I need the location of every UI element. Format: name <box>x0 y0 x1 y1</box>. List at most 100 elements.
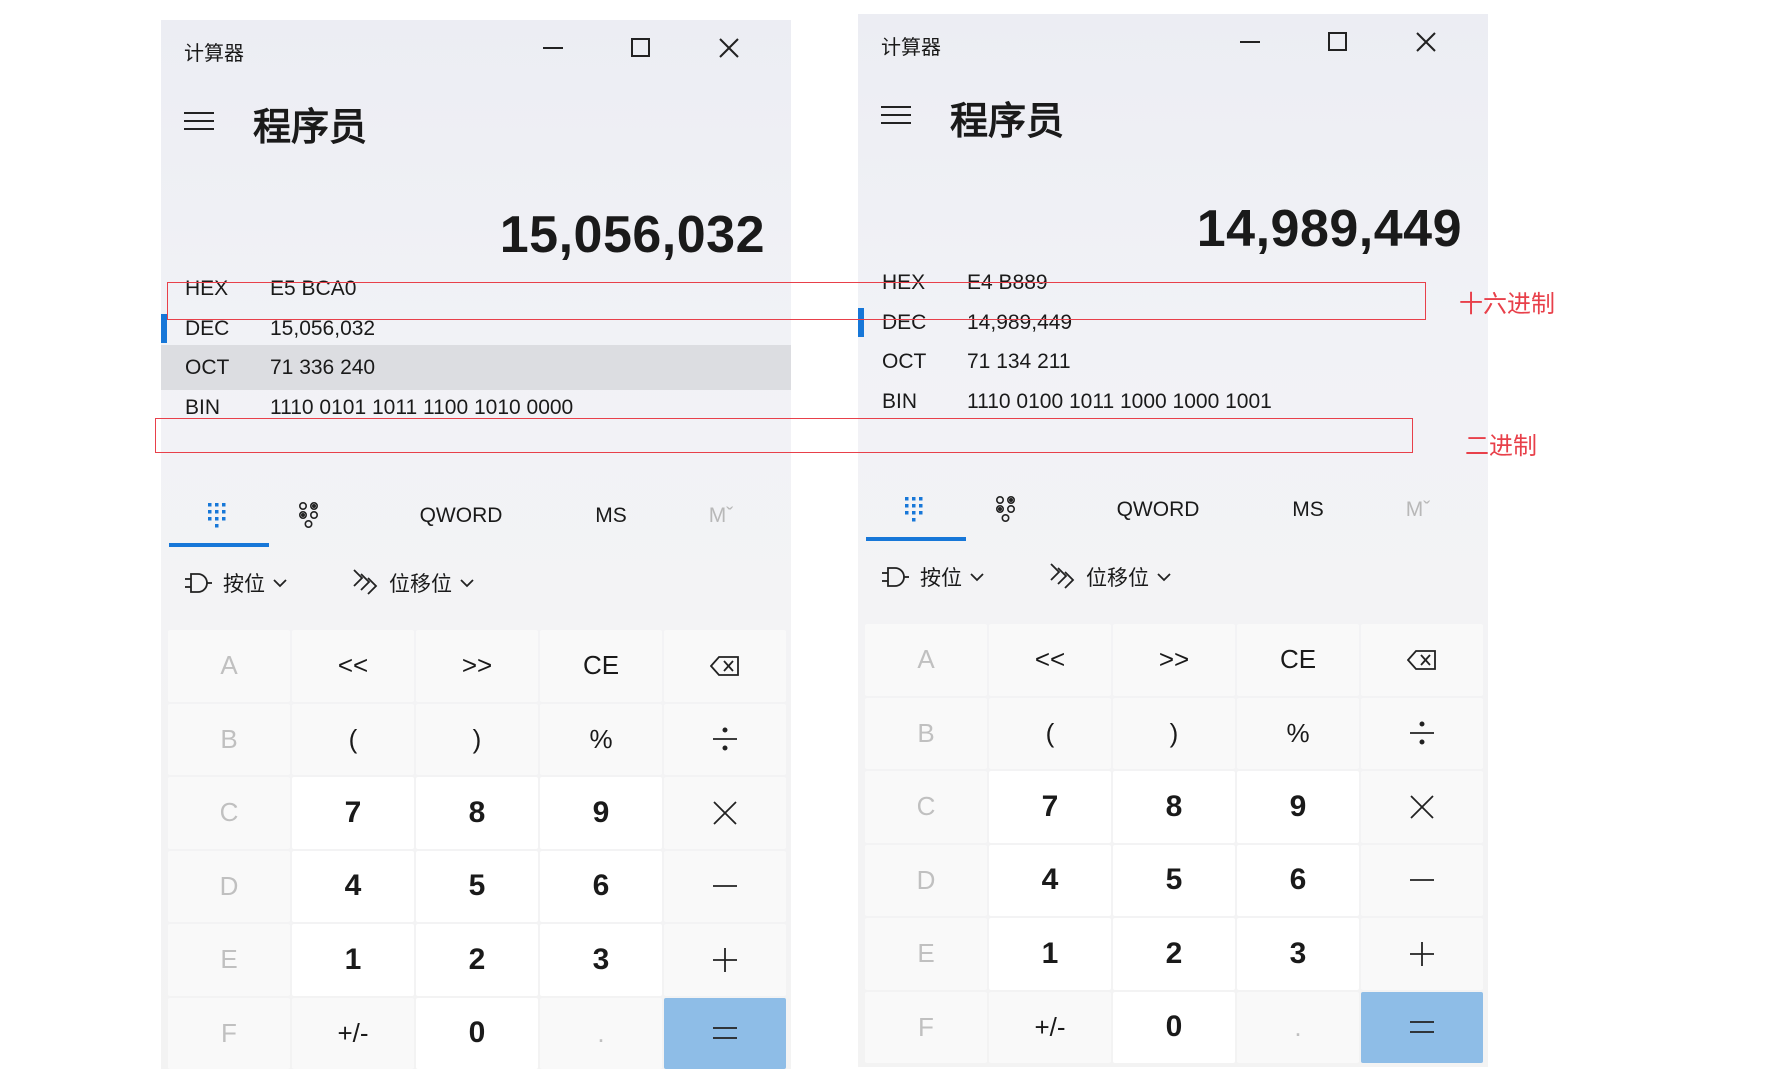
hex-d-key[interactable]: D <box>865 844 987 916</box>
digit-1-key[interactable]: 1 <box>292 924 414 996</box>
logic-gate-icon <box>185 573 212 593</box>
hex-d-key[interactable]: D <box>168 850 290 922</box>
hex-b-key[interactable]: B <box>865 697 987 769</box>
digit-5-key[interactable]: 5 <box>1113 844 1235 916</box>
keypad: A << >> CE B()% C 7 8 9 D 4 5 6 E 1 2 3 F +/- 0. <box>168 630 786 1069</box>
memory-view-button[interactable]: Mˇ <box>1388 492 1448 528</box>
memory-store-button[interactable]: MS <box>1278 492 1338 528</box>
digit-8-key[interactable]: 8 <box>1113 771 1235 843</box>
plus-key[interactable] <box>1361 918 1483 990</box>
menu-button[interactable] <box>183 108 215 134</box>
minus-key[interactable] <box>1361 844 1483 916</box>
full-keypad-button[interactable] <box>866 492 966 528</box>
multiply-key[interactable] <box>1361 771 1483 843</box>
hex-a-key[interactable]: A <box>168 630 290 702</box>
modulo-key[interactable]: % <box>1237 697 1359 769</box>
programmer-toolbar: QWORD MS Mˇ <box>161 486 791 547</box>
negate-key[interactable]: +/- <box>989 991 1111 1063</box>
hex-c-key[interactable]: C <box>865 771 987 843</box>
bit-toggle-icon <box>995 495 1016 522</box>
word-size-button[interactable]: QWORD <box>1098 492 1218 528</box>
bit-toggle-keypad-button[interactable] <box>279 498 339 534</box>
radix-value: 1110 0101 1011 1100 1010 0000 <box>270 396 574 419</box>
shift-right-key[interactable]: >> <box>1113 624 1235 696</box>
divide-key[interactable] <box>1361 697 1483 769</box>
minus-key[interactable] <box>664 850 786 922</box>
bit-toggle-keypad-button[interactable] <box>976 492 1036 528</box>
mode-title: 程序员 <box>253 105 368 149</box>
calculator-window-right: 计算器 程序员 14,989,449 HEX E4 B889 DEC 14,989,4… <box>858 14 1488 1067</box>
digit-1-key[interactable]: 1 <box>989 918 1111 990</box>
open-paren-key[interactable]: ( <box>989 697 1111 769</box>
minimize-button[interactable] <box>1222 20 1278 64</box>
digit-8-key[interactable]: 8 <box>416 777 538 849</box>
digit-5-key[interactable]: 5 <box>416 850 538 922</box>
equals-icon <box>713 1027 737 1040</box>
backspace-key[interactable] <box>664 630 786 702</box>
maximize-button[interactable] <box>1310 20 1366 64</box>
divide-icon <box>1410 721 1434 745</box>
shift-left-key[interactable]: << <box>989 624 1111 696</box>
hex-f-key[interactable]: F <box>865 991 987 1063</box>
shift-left-key[interactable]: << <box>292 630 414 702</box>
open-paren-key[interactable]: ( <box>292 703 414 775</box>
plus-key[interactable] <box>664 924 786 996</box>
calculator-window-left: 计算器 程序员 15,056,032 HEX E5 BCA0 DEC 15,056,0… <box>161 20 791 1069</box>
equals-key[interactable] <box>1361 991 1483 1063</box>
bitwise-dropdown[interactable]: 按位 <box>880 562 984 592</box>
digit-0-key[interactable]: 0 <box>1113 991 1235 1063</box>
bit-shift-dropdown[interactable]: 位移位 <box>351 568 474 598</box>
memory-view-button[interactable]: Mˇ <box>691 498 751 534</box>
hex-c-key[interactable]: C <box>168 777 290 849</box>
digit-3-key[interactable]: 3 <box>1237 918 1359 990</box>
multiply-icon <box>713 801 737 825</box>
bit-shift-icon <box>353 569 378 595</box>
equals-key[interactable] <box>664 997 786 1069</box>
hex-b-key[interactable]: B <box>168 703 290 775</box>
digit-9-key[interactable]: 9 <box>1237 771 1359 843</box>
decimal-key[interactable]: . <box>540 997 662 1069</box>
programmer-toolbar: QWORD MS Mˇ <box>858 480 1488 541</box>
digit-7-key[interactable]: 7 <box>292 777 414 849</box>
digit-7-key[interactable]: 7 <box>989 771 1111 843</box>
radix-row-oct[interactable]: OCT 71 336 240 <box>161 345 791 390</box>
maximize-button[interactable] <box>613 26 669 70</box>
digit-4-key[interactable]: 4 <box>292 850 414 922</box>
digit-2-key[interactable]: 2 <box>1113 918 1235 990</box>
clear-entry-key[interactable]: CE <box>540 630 662 702</box>
close-paren-key[interactable]: ) <box>1113 697 1235 769</box>
backspace-key[interactable] <box>1361 624 1483 696</box>
close-paren-key[interactable]: ) <box>416 703 538 775</box>
minimize-button[interactable] <box>525 26 581 70</box>
digit-2-key[interactable]: 2 <box>416 924 538 996</box>
close-button[interactable] <box>701 26 757 70</box>
decimal-key[interactable]: . <box>1237 991 1359 1063</box>
bitwise-dropdown[interactable]: 按位 <box>183 568 287 598</box>
word-size-button[interactable]: QWORD <box>401 498 521 534</box>
digit-6-key[interactable]: 6 <box>1237 844 1359 916</box>
clear-entry-key[interactable]: CE <box>1237 624 1359 696</box>
hex-e-key[interactable]: E <box>168 924 290 996</box>
multiply-key[interactable] <box>664 777 786 849</box>
digit-4-key[interactable]: 4 <box>989 844 1111 916</box>
full-keypad-button[interactable] <box>169 498 269 534</box>
hex-e-key[interactable]: E <box>865 918 987 990</box>
minimize-icon <box>1240 41 1260 43</box>
memory-store-button[interactable]: MS <box>581 498 641 534</box>
modulo-key[interactable]: % <box>540 703 662 775</box>
shift-right-key[interactable]: >> <box>416 630 538 702</box>
radix-label: BIN <box>185 396 221 419</box>
digit-9-key[interactable]: 9 <box>540 777 662 849</box>
bit-shift-dropdown[interactable]: 位移位 <box>1048 562 1171 592</box>
digit-6-key[interactable]: 6 <box>540 850 662 922</box>
hex-f-key[interactable]: F <box>168 997 290 1069</box>
hex-a-key[interactable]: A <box>865 624 987 696</box>
divide-key[interactable] <box>664 703 786 775</box>
negate-key[interactable]: +/- <box>292 997 414 1069</box>
digit-0-key[interactable]: 0 <box>416 997 538 1069</box>
close-button[interactable] <box>1398 20 1454 64</box>
digit-3-key[interactable]: 3 <box>540 924 662 996</box>
minus-icon <box>713 885 737 888</box>
menu-button[interactable] <box>880 102 912 128</box>
radix-row-oct[interactable]: OCT 71 134 211 <box>858 339 1488 384</box>
